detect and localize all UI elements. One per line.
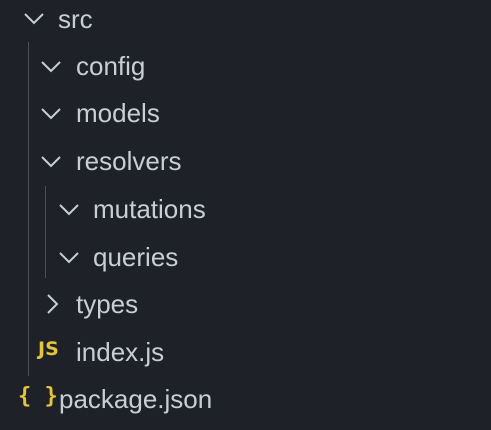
json-file-icon: { } [18,384,58,409]
file-explorer-tree: src config models resolvers mutations qu… [0,0,491,430]
tree-item-label: queries [93,242,179,272]
tree-item-types[interactable]: types [0,285,491,333]
tree-item-label: types [76,289,139,319]
chevron-down-icon [39,102,63,126]
tree-item-index-js[interactable]: JS index.js [0,333,491,381]
tree-item-src[interactable]: src [0,0,491,48]
tree-item-label: package.json [59,384,213,414]
chevron-down-icon [39,150,63,174]
tree-item-label: index.js [76,337,165,367]
tree-item-label: config [76,51,146,81]
chevron-down-icon [57,246,81,270]
tree-item-label: resolvers [76,146,182,176]
chevron-down-icon [22,7,46,31]
tree-item-label: mutations [93,194,206,224]
tree-item-package-json[interactable]: { } package.json [0,380,491,428]
chevron-down-icon [39,55,63,79]
tree-item-mutations[interactable]: mutations [0,190,491,238]
js-file-icon: JS [38,338,59,360]
tree-item-models[interactable]: models [0,94,491,142]
tree-item-resolvers[interactable]: resolvers [0,142,491,190]
chevron-down-icon [57,198,81,222]
tree-item-queries[interactable]: queries [0,238,491,286]
tree-item-config[interactable]: config [0,47,491,95]
chevron-right-icon [41,292,65,316]
tree-item-label: models [76,98,160,128]
tree-item-label: src [58,4,93,34]
